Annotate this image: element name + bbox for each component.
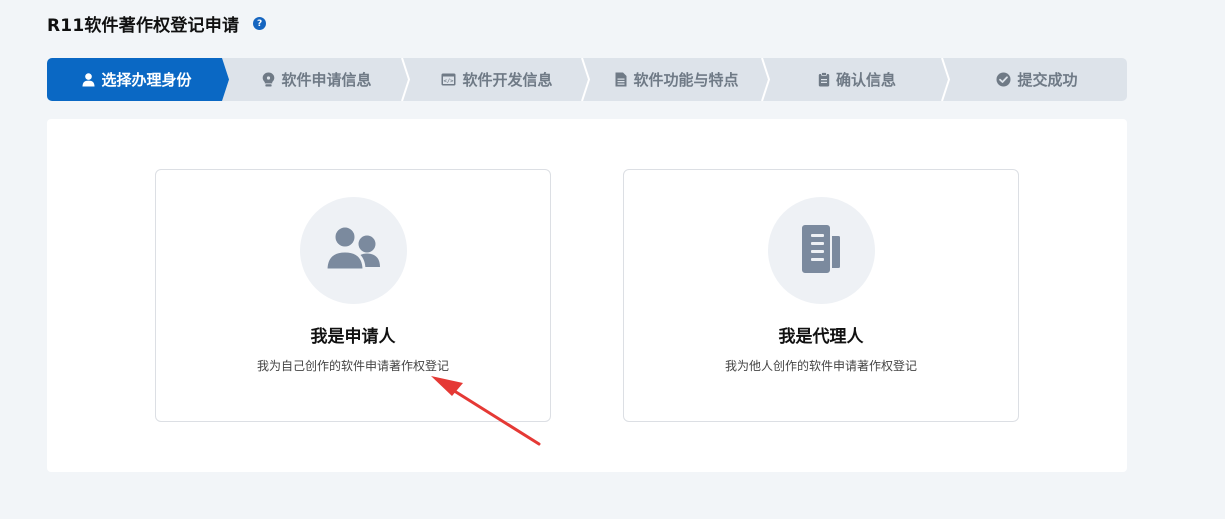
svg-text:</>: </> xyxy=(444,78,455,84)
step-development-info[interactable]: </> 软件开发信息 xyxy=(407,58,587,101)
step-select-identity[interactable]: 选择办理身份 xyxy=(47,58,227,101)
step-label: 软件功能与特点 xyxy=(633,71,739,89)
agent-avatar xyxy=(767,197,875,304)
lightbulb-icon xyxy=(262,72,275,87)
agent-card[interactable]: 我是代理人 我为他人创作的软件申请著作权登记 xyxy=(623,169,1019,422)
step-label: 提交成功 xyxy=(1017,71,1078,89)
page-title: R11软件著作权登记申请 xyxy=(47,16,240,36)
step-confirm[interactable]: 确认信息 xyxy=(767,58,947,101)
step-label: 选择办理身份 xyxy=(101,71,192,89)
applicant-card[interactable]: 我是申请人 我为自己创作的软件申请著作权登记 xyxy=(155,169,551,422)
check-circle-icon xyxy=(996,72,1011,87)
question-circle-icon[interactable]: ? xyxy=(253,17,267,30)
role-title: 我是代理人 xyxy=(778,327,864,347)
documents-icon xyxy=(793,221,849,281)
step-label: 软件申请信息 xyxy=(281,71,372,89)
step-label: 确认信息 xyxy=(835,71,896,89)
role-description: 我为自己创作的软件申请著作权登记 xyxy=(256,359,449,373)
identity-selection-panel: 我是申请人 我为自己创作的软件申请著作权登记 我是代理人 我为他人创作的软件申请… xyxy=(47,119,1127,472)
code-window-icon: </> xyxy=(441,73,456,86)
document-icon xyxy=(615,72,627,87)
step-submitted[interactable]: 提交成功 xyxy=(947,58,1127,101)
applicant-avatar xyxy=(299,197,407,304)
role-description: 我为他人创作的软件申请著作权登记 xyxy=(724,359,917,373)
role-title: 我是申请人 xyxy=(310,327,396,347)
step-progress-bar: 选择办理身份 软件申请信息 </> 软件开发信息 软件功能与特点 确认信息 提交… xyxy=(47,58,1127,101)
clipboard-icon xyxy=(818,72,830,87)
step-software-info[interactable]: 软件申请信息 xyxy=(227,58,407,101)
users-icon xyxy=(324,224,382,278)
page-header: R11软件著作权登记申请 ? xyxy=(47,11,267,36)
step-label: 软件开发信息 xyxy=(462,71,553,89)
user-icon xyxy=(82,72,95,87)
step-features[interactable]: 软件功能与特点 xyxy=(587,58,767,101)
